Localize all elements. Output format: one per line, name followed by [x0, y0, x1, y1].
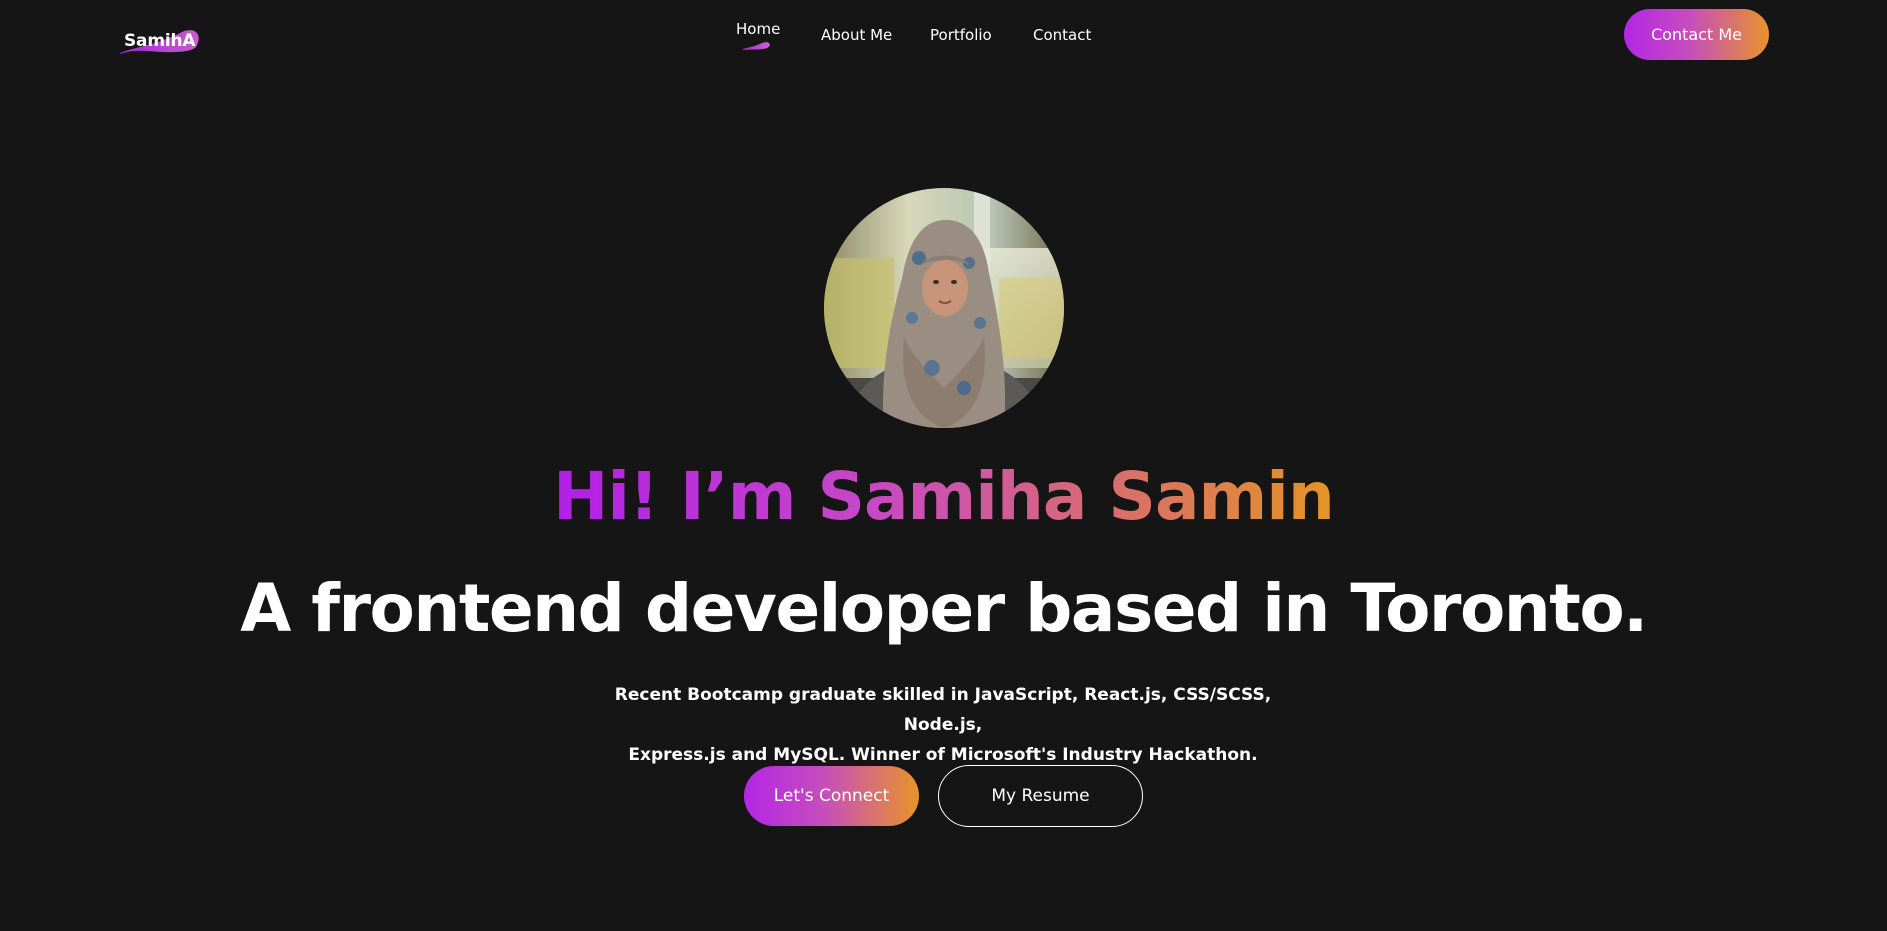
active-indicator-icon — [743, 42, 770, 50]
hero-greeting-text: Hi! I’m Samiha Samin — [553, 458, 1335, 535]
hero-title: A frontend developer based in Toronto. — [240, 570, 1648, 647]
nav-about-me[interactable]: About Me — [821, 26, 892, 44]
nav-contact[interactable]: Contact — [1033, 26, 1091, 44]
hero-greeting: Hi! I’m Samiha Samin — [0, 458, 1887, 535]
contact-me-button[interactable]: Contact Me — [1624, 9, 1769, 60]
main-nav: Home About Me Portfolio Contact — [0, 0, 1887, 60]
portfolio-page: SamihA Home About Me Portfolio Contact C… — [0, 0, 1887, 931]
hero-description: Recent Bootcamp graduate skilled in Java… — [593, 680, 1293, 770]
profile-photo-icon — [824, 188, 1064, 428]
profile-avatar — [824, 188, 1064, 428]
hero-description-line-1: Recent Bootcamp graduate skilled in Java… — [614, 685, 1272, 735]
lets-connect-button[interactable]: Let's Connect — [744, 766, 919, 826]
nav-portfolio[interactable]: Portfolio — [930, 26, 992, 44]
hero-description-line-2: Express.js and MySQL. Winner of Microsof… — [628, 745, 1258, 765]
nav-home[interactable]: Home — [736, 20, 780, 38]
my-resume-button[interactable]: My Resume — [938, 765, 1143, 827]
